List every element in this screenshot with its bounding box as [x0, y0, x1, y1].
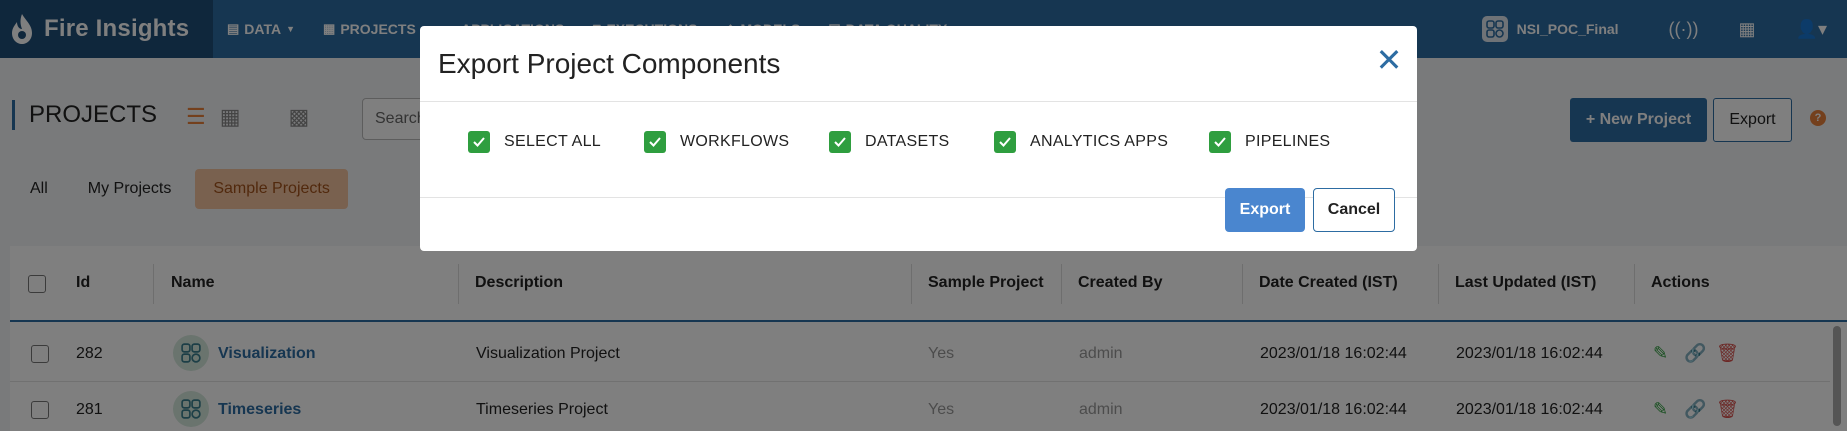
option-label: WORKFLOWS — [680, 133, 790, 150]
option-workflows[interactable]: WORKFLOWS — [644, 131, 789, 153]
modal-header: Export Project Components ✕ — [420, 26, 1417, 102]
option-pipelines[interactable]: PIPELINES — [1209, 131, 1330, 153]
close-icon[interactable]: ✕ — [1375, 44, 1403, 76]
checkbox-checked-icon[interactable] — [644, 131, 666, 153]
option-analytics-apps[interactable]: ANALYTICS APPS — [994, 131, 1168, 153]
modal-cancel-button[interactable]: Cancel — [1313, 188, 1395, 232]
checkbox-checked-icon[interactable] — [994, 131, 1016, 153]
modal-body: SELECT ALL WORKFLOWS DATASETS ANALYTICS … — [420, 103, 1417, 198]
checkbox-checked-icon[interactable] — [829, 131, 851, 153]
option-datasets[interactable]: DATASETS — [829, 131, 950, 153]
export-components-dialog: Export Project Components ✕ SELECT ALL W… — [420, 26, 1417, 251]
option-label: PIPELINES — [1245, 133, 1331, 150]
modal-title: Export Project Components — [438, 48, 781, 79]
option-label: DATASETS — [865, 133, 950, 150]
option-label: ANALYTICS APPS — [1030, 133, 1169, 150]
checkbox-checked-icon[interactable] — [1209, 131, 1231, 153]
modal-export-button[interactable]: Export — [1225, 188, 1305, 232]
checkbox-checked-icon[interactable] — [468, 131, 490, 153]
option-label: SELECT ALL — [504, 133, 601, 150]
option-select-all[interactable]: SELECT ALL — [468, 131, 601, 153]
